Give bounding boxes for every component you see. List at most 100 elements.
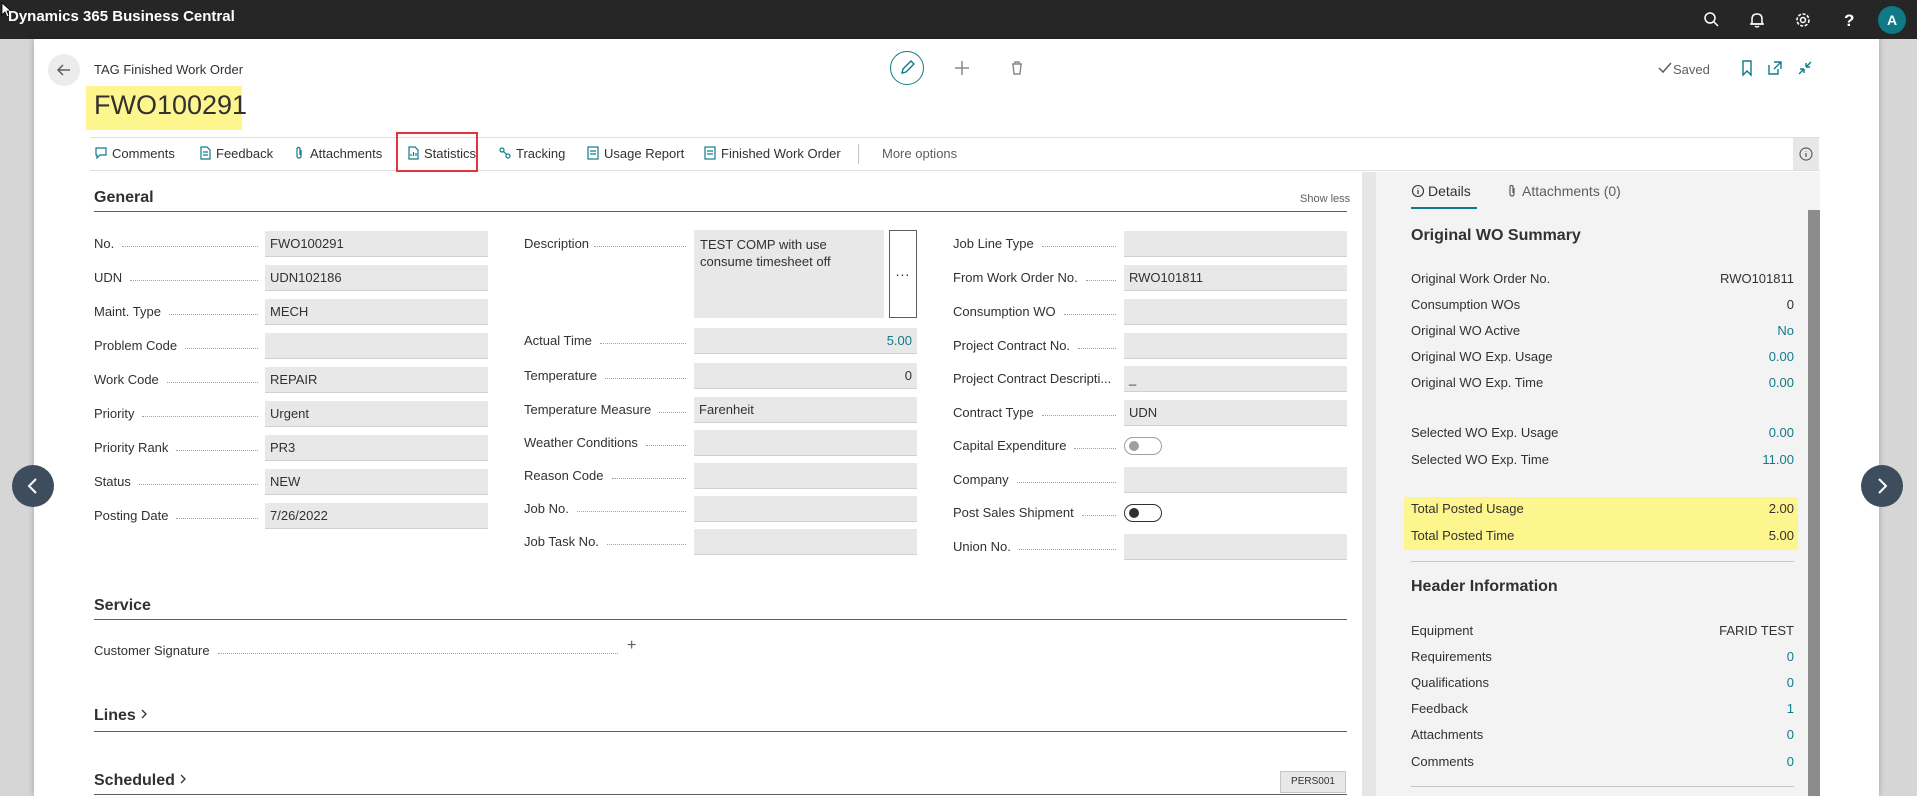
contract-type-label: Contract Type <box>953 405 1034 420</box>
pane-scrollbar[interactable] <box>1808 210 1820 796</box>
gear-icon[interactable] <box>1792 9 1814 31</box>
attachments-action[interactable]: Attachments <box>292 146 382 161</box>
description-field[interactable]: TEST COMP with use consume timesheet off <box>694 230 884 318</box>
status-field[interactable]: NEW <box>265 469 488 495</box>
help-icon[interactable]: ? <box>1838 9 1860 31</box>
attachments-value[interactable]: 0 <box>1787 727 1794 742</box>
search-icon[interactable] <box>1701 9 1723 31</box>
consumption-wo-field[interactable] <box>1124 299 1347 325</box>
lines-section-heading[interactable]: Lines <box>94 707 149 725</box>
dots <box>612 478 686 479</box>
job-no-field[interactable] <box>694 496 917 522</box>
selected-wo-exp-usage-value[interactable]: 0.00 <box>1769 425 1794 440</box>
no-label: No. <box>94 236 115 251</box>
attachments-row: Attachments 0 <box>1411 727 1794 742</box>
chevron-left-icon <box>27 478 37 494</box>
original-work-order-no-value: RWO101811 <box>1720 271 1794 286</box>
usage-report-action[interactable]: Usage Report <box>586 146 684 161</box>
job-task-no-field[interactable] <box>694 529 917 555</box>
consumption-wos-value: 0 <box>1786 297 1794 312</box>
open-new-window-icon[interactable] <box>1765 58 1785 78</box>
capital-expenditure-toggle[interactable] <box>1124 437 1162 455</box>
original-wo-exp-usage-value[interactable]: 0.00 <box>1769 349 1794 364</box>
description-assist-button[interactable]: ... <box>889 230 917 318</box>
union-no-label: Union No. <box>953 539 1011 554</box>
qualifications-value[interactable]: 0 <box>1787 675 1794 690</box>
temperature-field[interactable]: 0 <box>694 363 917 389</box>
actual-time-label: Actual Time <box>524 333 592 348</box>
priority-field[interactable]: Urgent <box>265 401 488 427</box>
project-contract-descripti-field[interactable]: _ <box>1124 366 1347 392</box>
back-button[interactable] <box>48 54 80 86</box>
user-avatar[interactable]: A <box>1878 6 1906 34</box>
service-section-heading[interactable]: Service <box>94 597 151 615</box>
chevron-right-icon <box>1878 478 1888 494</box>
general-section-heading[interactable]: General <box>94 189 154 207</box>
factbox-toggle-button[interactable] <box>1793 138 1819 170</box>
temperature-measure-label: Temperature Measure <box>524 402 652 417</box>
edit-button[interactable] <box>890 51 924 85</box>
from-work-order-no-field[interactable]: RWO101811 <box>1124 265 1347 291</box>
previous-record-button[interactable] <box>12 465 54 507</box>
work-code-field[interactable]: REPAIR <box>265 367 488 393</box>
finished-work-order-action[interactable]: Finished Work Order <box>703 146 841 161</box>
statistics-action[interactable]: Statistics <box>406 146 476 161</box>
posting-date-field[interactable]: 7/26/2022 <box>265 503 488 529</box>
company-field[interactable] <box>1124 467 1347 493</box>
feedback-value[interactable]: 1 <box>1787 701 1794 716</box>
temperature-measure-field[interactable]: Farenheit <box>694 397 917 423</box>
dots <box>605 378 686 379</box>
feedback-action[interactable]: Feedback <box>198 146 273 161</box>
bookmark-icon[interactable] <box>1737 58 1757 78</box>
union-no-field[interactable] <box>1124 534 1347 560</box>
job-line-type-field[interactable] <box>1124 231 1347 257</box>
problem-code-field[interactable] <box>265 333 488 359</box>
tracking-icon <box>499 147 511 159</box>
scheduled-section-heading[interactable]: Scheduled <box>94 772 188 790</box>
add-signature-button[interactable]: + <box>627 637 636 655</box>
project-contract-no-field[interactable] <box>1124 333 1347 359</box>
tab-details[interactable]: Details <box>1411 183 1471 199</box>
selected-wo-exp-time-value[interactable]: 11.00 <box>1762 452 1794 467</box>
collapse-icon[interactable] <box>1795 58 1815 78</box>
plus-icon[interactable] <box>952 58 972 78</box>
post-sales-shipment-toggle[interactable] <box>1124 504 1162 522</box>
total-posted-usage-label: Total Posted Usage <box>1411 501 1524 516</box>
tracking-action[interactable]: Tracking <box>498 146 565 161</box>
comments-action[interactable]: Comments <box>94 146 175 161</box>
paperclip-icon <box>296 146 302 159</box>
chevron-right-icon <box>141 709 147 719</box>
original-wo-active-row: Original WO Active No <box>1411 323 1794 338</box>
tab-attachments[interactable]: Attachments (0) <box>1505 183 1621 199</box>
next-record-button[interactable] <box>1861 465 1903 507</box>
original-wo-exp-time-value[interactable]: 0.00 <box>1769 375 1794 390</box>
dots <box>1082 515 1116 516</box>
maint-type-field[interactable]: MECH <box>265 299 488 325</box>
reason-code-field[interactable] <box>694 463 917 489</box>
dots <box>646 445 686 446</box>
dots <box>122 246 258 247</box>
dots <box>142 416 258 417</box>
app-brand[interactable]: Dynamics 365 Business Central <box>8 8 235 25</box>
pane-divider <box>1362 172 1376 796</box>
no-field[interactable]: FWO100291 <box>265 231 488 257</box>
total-posted-usage-row: Total Posted Usage 2.00 <box>1411 501 1794 516</box>
show-less-link[interactable]: Show less <box>1300 193 1350 205</box>
original-wo-active-value[interactable]: No <box>1777 323 1794 338</box>
header-info-heading: Header Information <box>1411 578 1558 595</box>
post-sales-shipment-label: Post Sales Shipment <box>953 505 1074 520</box>
actual-time-field[interactable]: 5.00 <box>694 328 917 354</box>
delete-icon[interactable] <box>1007 58 1027 78</box>
dots <box>176 450 258 451</box>
udn-field[interactable]: UDN102186 <box>265 265 488 291</box>
contract-type-field[interactable]: UDN <box>1124 400 1347 426</box>
comments-value[interactable]: 0 <box>1787 754 1794 769</box>
requirements-value[interactable]: 0 <box>1787 649 1794 664</box>
priority-rank-field[interactable]: PR3 <box>265 435 488 461</box>
summary-divider <box>1411 561 1794 562</box>
bell-icon[interactable] <box>1746 9 1768 31</box>
chevron-right-icon <box>180 774 186 784</box>
more-options-action[interactable]: More options <box>882 146 957 161</box>
selected-wo-exp-usage-row: Selected WO Exp. Usage 0.00 <box>1411 425 1794 440</box>
weather-conditions-field[interactable] <box>694 430 917 456</box>
